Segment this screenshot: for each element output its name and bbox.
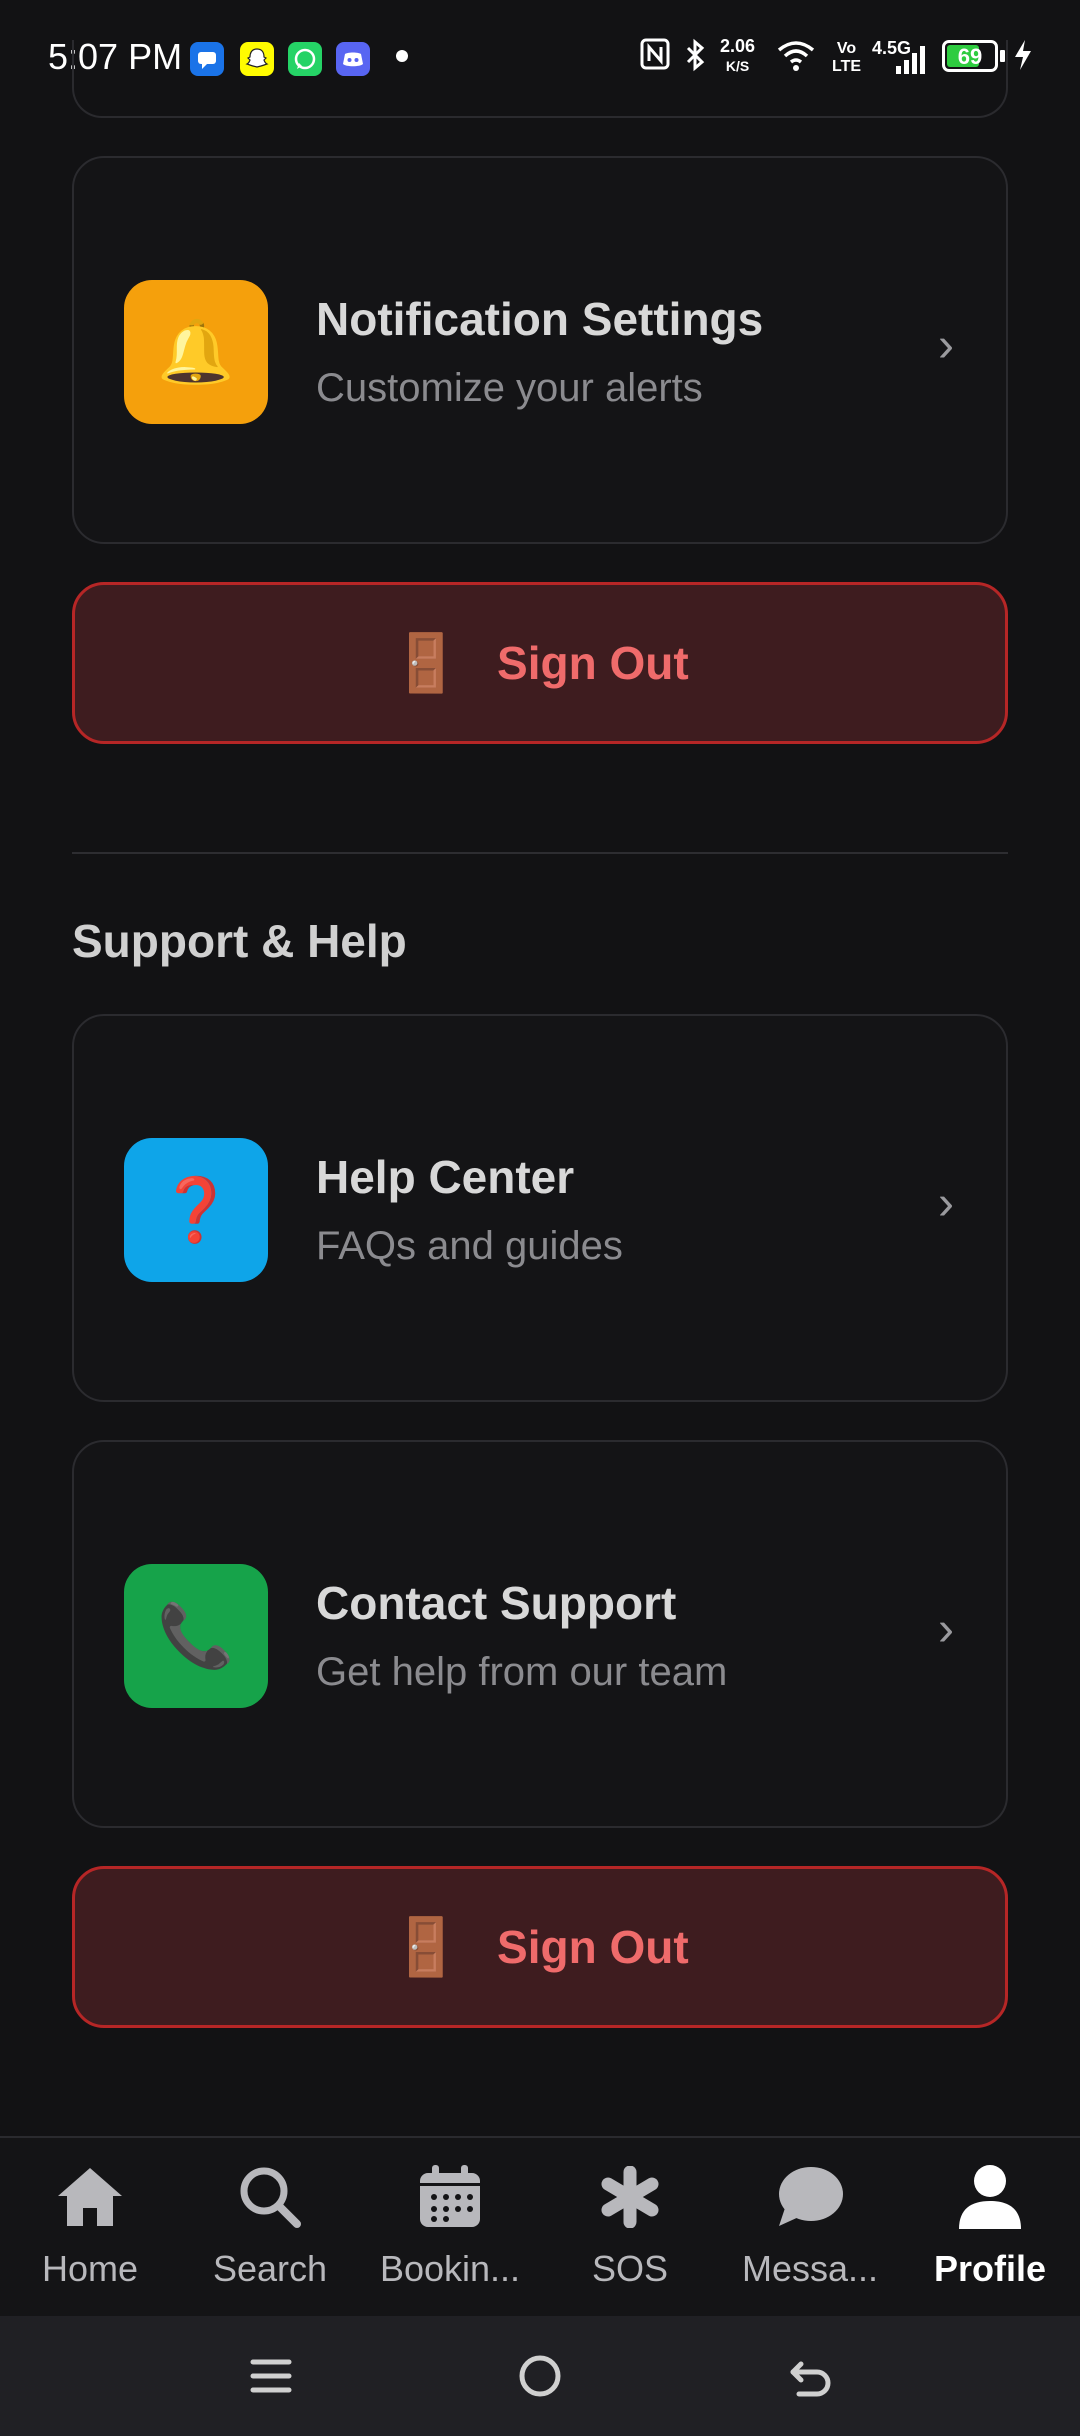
nav-label: Profile <box>933 2248 1047 2289</box>
sign-out-label: Sign Out <box>497 637 689 689</box>
user-icon <box>957 2160 1023 2234</box>
previous-settings-card[interactable] <box>72 40 1008 118</box>
nav-label: Search <box>212 2248 328 2289</box>
sign-out-button[interactable]: 🚪 Sign Out <box>72 582 1008 744</box>
calendar-icon <box>416 2160 484 2234</box>
chevron-right-icon: › <box>938 1603 954 1656</box>
help-center-subtitle: FAQs and guides <box>316 1224 623 1268</box>
door-icon: 🚪 <box>391 1915 462 1978</box>
chat-bubble-icon <box>775 2160 845 2234</box>
bottom-nav: Home Search Bookin... SOS Messa... Profi… <box>0 2136 1080 2316</box>
chevron-right-icon: › <box>938 319 954 372</box>
nav-sos[interactable]: SOS <box>540 2138 720 2316</box>
help-center-title: Help Center <box>316 1151 575 1203</box>
notification-settings-card[interactable]: 🔔 Notification Settings Customize your a… <box>72 156 1008 544</box>
nav-label: Bookin... <box>379 2248 521 2289</box>
contact-support-title: Contact Support <box>316 1577 677 1629</box>
sign-out-label: Sign Out <box>497 1921 689 1973</box>
contact-support-subtitle: Get help from our team <box>316 1650 728 1694</box>
home-icon <box>54 2160 126 2234</box>
nav-search[interactable]: Search <box>180 2138 360 2316</box>
nav-bookings[interactable]: Bookin... <box>360 2138 540 2316</box>
nav-messages[interactable]: Messa... <box>720 2138 900 2316</box>
phone-icon: 📞 <box>124 1564 268 1708</box>
nav-label: Messa... <box>741 2248 879 2289</box>
chevron-right-icon: › <box>938 1177 954 1230</box>
bell-icon: 🔔 <box>124 280 268 424</box>
system-nav-bar <box>0 2316 1080 2436</box>
back-button[interactable] <box>776 2344 846 2408</box>
support-section-title: Support & Help <box>72 915 407 967</box>
nav-label: SOS <box>591 2248 669 2289</box>
section-divider <box>72 852 1008 854</box>
door-icon: 🚪 <box>391 631 462 694</box>
nav-home[interactable]: Home <box>0 2138 180 2316</box>
asterisk-icon <box>599 2160 661 2234</box>
help-center-card[interactable]: ❓ Help Center FAQs and guides › <box>72 1014 1008 1402</box>
home-button[interactable] <box>505 2344 575 2408</box>
notification-settings-subtitle: Customize your alerts <box>316 366 703 410</box>
search-icon <box>237 2160 303 2234</box>
question-icon: ❓ <box>124 1138 268 1282</box>
notification-settings-title: Notification Settings <box>316 293 764 345</box>
nav-profile[interactable]: Profile <box>900 2138 1080 2316</box>
nav-label: Home <box>41 2248 139 2289</box>
contact-support-card[interactable]: 📞 Contact Support Get help from our team… <box>72 1440 1008 1828</box>
sign-out-button[interactable]: 🚪 Sign Out <box>72 1866 1008 2028</box>
recents-button[interactable] <box>236 2344 306 2408</box>
charging-icon <box>1012 38 1034 80</box>
